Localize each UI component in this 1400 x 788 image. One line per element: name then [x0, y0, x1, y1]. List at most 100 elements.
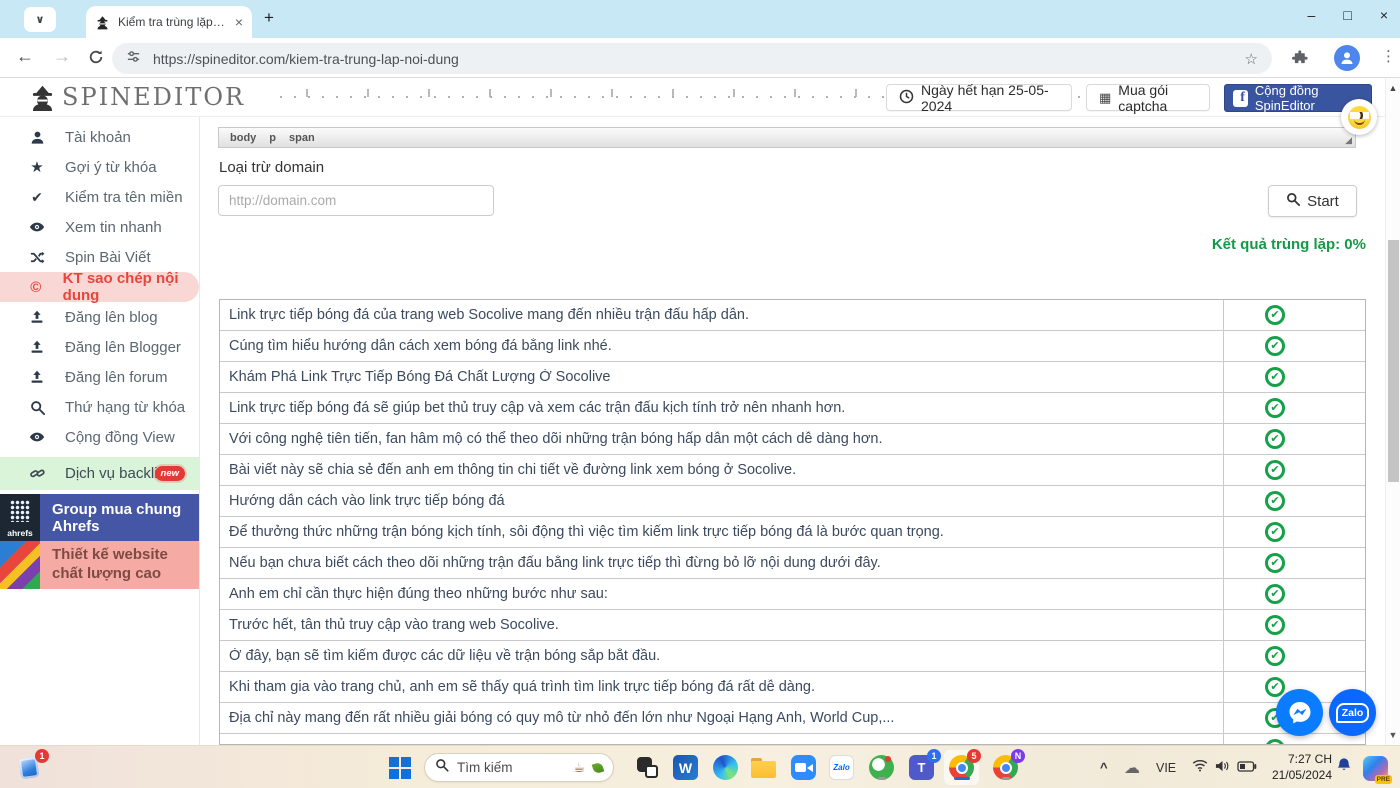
sidebar-item-post-blogger[interactable]: Đăng lên Blogger [0, 332, 199, 362]
chevron-down-icon: ∨ [36, 13, 45, 26]
word-icon: W [673, 755, 698, 780]
taskbar-coccoc[interactable] [868, 754, 895, 781]
tray-battery[interactable] [1237, 746, 1257, 788]
table-row: Cúng tìm hiểu hướng dẫn cách xem bóng đá… [220, 331, 1365, 362]
status-cell: ✔ [1223, 424, 1365, 454]
sidebar-item-label: Tài khoản [65, 129, 131, 146]
page-scrollbar[interactable]: ▲ ▼ [1385, 78, 1400, 745]
table-row: Địa chỉ này mang đến rất nhiều giải bóng… [220, 703, 1365, 734]
start-button[interactable]: Start [1268, 185, 1357, 217]
tray-language[interactable]: VIE [1156, 746, 1176, 788]
reload-icon[interactable] [88, 49, 104, 70]
tray-show-hidden[interactable]: ^ [1100, 746, 1108, 788]
status-cell: ✔ [1223, 548, 1365, 578]
check-circle-icon: ✔ [1265, 553, 1285, 573]
sentence-text: Địa chỉ này mang đến rất nhiều giải bóng… [220, 710, 1225, 726]
coffee-icon: ☕ [573, 760, 585, 776]
site-info-icon[interactable] [126, 49, 141, 69]
task-view-button[interactable] [634, 754, 661, 781]
sidebar-item-keyword-rank[interactable]: Thứ hạng từ khóa [0, 392, 199, 422]
chrome-profile-badge: N [1011, 749, 1025, 763]
tab-close-icon[interactable]: × [235, 14, 243, 30]
tray-onedrive[interactable]: ☁ [1124, 746, 1140, 788]
check-circle-icon: ✔ [1265, 646, 1285, 666]
zalo-button[interactable]: Zalo [1329, 689, 1376, 736]
new-badge: new [155, 466, 185, 481]
taskbar-teams[interactable]: T 1 [908, 754, 935, 781]
table-row: Khi tham gia vào trang chủ, anh em sẽ th… [220, 672, 1365, 703]
start-menu-button[interactable] [386, 754, 413, 781]
taskbar-zoom[interactable] [790, 754, 817, 781]
sidebar-item-domain-check[interactable]: ✔ Kiểm tra tên miền [0, 182, 199, 212]
chrome-badge: 5 [967, 749, 981, 763]
extensions-puzzle-icon[interactable] [1292, 49, 1309, 71]
sentence-text: Khám Phá Link Trực Tiếp Bóng Đá Chất Lượ… [220, 369, 1225, 385]
bell-icon [1336, 757, 1352, 778]
scrollbar-thumb[interactable] [1388, 240, 1399, 482]
messenger-button[interactable] [1276, 689, 1323, 736]
buy-captcha-button[interactable]: ▦ Mua gói captcha [1086, 84, 1210, 111]
table-row: Nếu bạn chưa biết cách theo dõi những tr… [220, 548, 1365, 579]
taskbar-search[interactable]: Tìm kiếm ☕ [424, 753, 614, 782]
sidebar-item-quick-news[interactable]: Xem tin nhanh [0, 212, 199, 242]
forward-icon[interactable]: → [53, 46, 71, 67]
taskbar-edge[interactable] [712, 754, 739, 781]
spineditor-logo [29, 84, 56, 116]
emoji-widget[interactable] [1341, 99, 1377, 135]
browser-menu-icon[interactable]: ⋮ [1381, 47, 1396, 65]
sidebar-item-keyword-suggest[interactable]: ★ Gợi ý từ khóa [0, 152, 199, 182]
scroll-up-icon[interactable]: ▲ [1386, 83, 1400, 93]
taskbar: 1 Tìm kiếm ☕ W Zalo [0, 745, 1400, 788]
sidebar-item-label: KT sao chép nội dung [63, 270, 199, 304]
taskbar-word[interactable]: W [672, 754, 699, 781]
address-bar[interactable]: https://spineditor.com/kiem-tra-trung-la… [112, 43, 1272, 74]
minimize-button[interactable]: – [1308, 7, 1316, 23]
close-button[interactable]: × [1380, 7, 1388, 23]
tray-notifications[interactable] [1336, 746, 1352, 788]
promo-ahrefs[interactable]: ahrefs Group mua chung Ahrefs [0, 494, 199, 541]
taskbar-chrome-profile2[interactable]: N [992, 754, 1019, 781]
sidebar-item-spin-article[interactable]: Spin Bài Viết [0, 242, 199, 272]
expiry-date-label: Ngày hết hạn 25-05-2024 [921, 82, 1059, 114]
search-placeholder: Tìm kiếm [457, 760, 565, 775]
bookmark-star-icon[interactable]: ☆ [1245, 50, 1258, 68]
sidebar-item-label: Thứ hạng từ khóa [65, 399, 185, 416]
tray-volume[interactable] [1215, 746, 1230, 788]
eye-icon [28, 219, 46, 235]
tab-search-button[interactable]: ∨ [24, 7, 56, 32]
link-icon [28, 466, 46, 481]
tray-wifi[interactable] [1192, 746, 1208, 788]
browser-tab[interactable]: Kiểm tra trùng lặp nội dung × [86, 6, 252, 38]
promo-website-design[interactable]: Thiết kế website chất lượng cao [0, 541, 199, 589]
sidebar-item-account[interactable]: Tài khoản [0, 122, 199, 152]
sidebar-item-community-view[interactable]: Cộng đồng View [0, 422, 199, 452]
sidebar-item-backlink-service[interactable]: Dịch vụ backlink new [0, 457, 199, 490]
maximize-button[interactable]: □ [1343, 7, 1351, 23]
taskbar-chrome-active[interactable]: 5 [948, 754, 975, 781]
scroll-down-icon[interactable]: ▼ [1386, 730, 1400, 740]
taskbar-copilot[interactable]: PRE [1362, 755, 1389, 782]
windows-logo-icon [389, 757, 411, 779]
promo-label: Group mua chung Ahrefs [40, 501, 199, 535]
chevron-up-icon: ^ [1100, 760, 1108, 775]
back-icon[interactable]: ← [16, 46, 34, 67]
editor-path-body[interactable]: body [230, 132, 256, 144]
sentence-text: Khi tham gia vào trang chủ, anh em sẽ th… [220, 679, 1225, 695]
sidebar-item-post-blog[interactable]: Đăng lên blog [0, 302, 199, 332]
editor-path-span[interactable]: span [289, 132, 315, 144]
sidebar-item-post-forum[interactable]: Đăng lên forum [0, 362, 199, 392]
exclude-domain-input[interactable] [218, 185, 494, 216]
taskbar-zalo[interactable]: Zalo [828, 754, 855, 781]
sidebar-item-duplicate-check[interactable]: © KT sao chép nội dung [0, 272, 199, 302]
taskbar-news-widget[interactable]: 1 [16, 754, 43, 781]
tray-clock[interactable]: 7:27 CH 21/05/2024 [1266, 752, 1332, 783]
editor-path-p[interactable]: p [269, 132, 276, 144]
folder-icon [751, 758, 776, 778]
resize-grip-icon[interactable]: ◢ [1345, 135, 1352, 146]
profile-avatar[interactable] [1334, 45, 1360, 71]
new-tab-button[interactable]: + [264, 8, 274, 28]
table-row: Hướng dẫn cách vào link trực tiếp bóng đ… [220, 486, 1365, 517]
taskbar-file-explorer[interactable] [750, 754, 777, 781]
expiry-date-button[interactable]: Ngày hết hạn 25-05-2024 [886, 84, 1072, 111]
sentence-text: Bài viết này sẽ chia sẻ đến anh em thông… [220, 462, 1225, 478]
